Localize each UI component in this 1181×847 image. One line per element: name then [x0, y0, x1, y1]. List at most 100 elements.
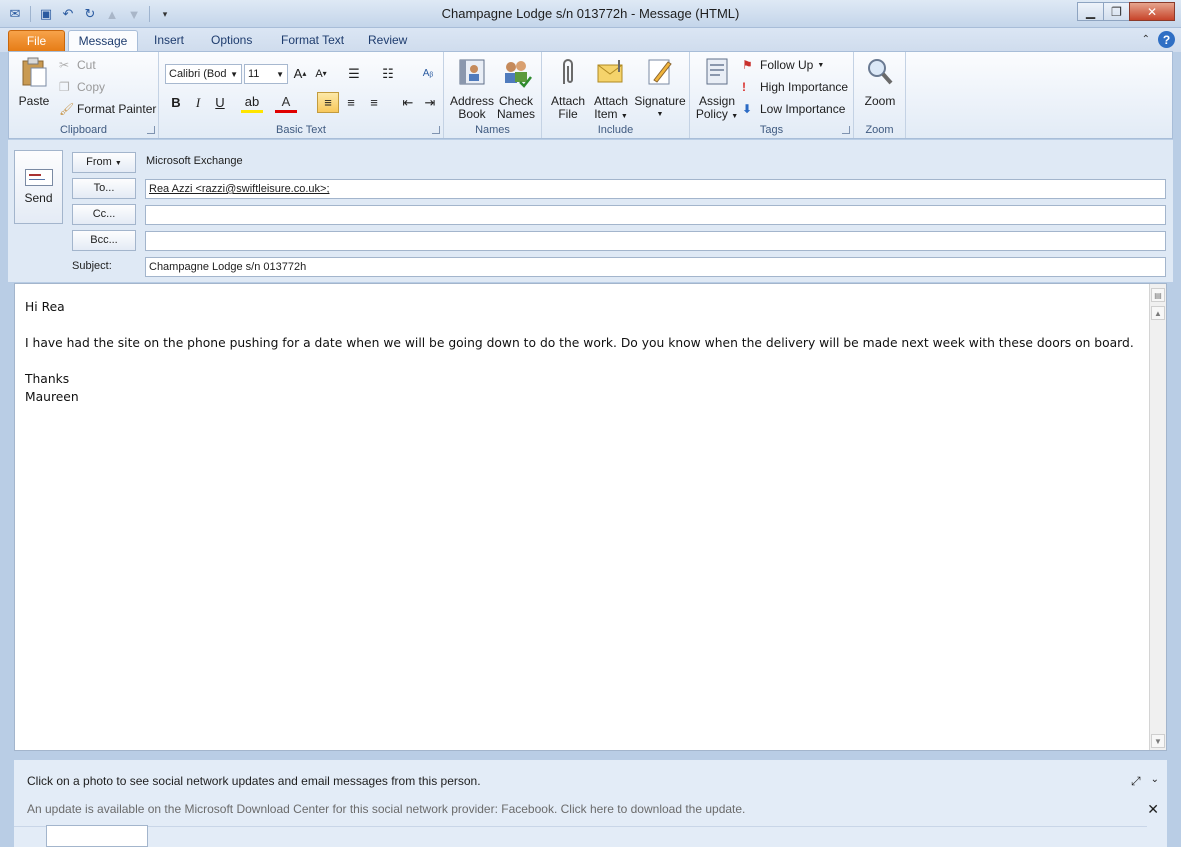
underline-icon[interactable]: U [209, 92, 231, 113]
body-line: Maureen [25, 390, 79, 404]
message-body[interactable]: Hi Rea I have had the site on the phone … [14, 283, 1167, 751]
numbering-icon[interactable]: ☷ [377, 63, 399, 84]
low-importance-button[interactable]: ⬇ Low Importance [742, 102, 845, 116]
check-names-label-2: Names [496, 107, 535, 121]
shrink-font-icon[interactable]: A ▾ [310, 63, 332, 84]
scroll-up-icon[interactable]: ▲ [1151, 306, 1165, 320]
clipboard-dialog-launcher[interactable] [147, 126, 155, 134]
clipboard-group-label: Clipboard [59, 124, 108, 136]
check-names-button[interactable]: Check Names [494, 56, 538, 121]
tab-format-text[interactable]: Format Text [269, 30, 356, 52]
bullets-icon[interactable]: ☰ [343, 63, 365, 84]
address-book-label-2: Book [458, 107, 486, 121]
basic-text-dialog-launcher[interactable] [432, 126, 440, 134]
tab-right-controls: ⌃ ? [1142, 31, 1175, 48]
tab-insert[interactable]: Insert [142, 30, 196, 52]
paste-button[interactable]: Paste [13, 56, 55, 108]
to-button[interactable]: To... [72, 178, 136, 199]
window-controls: ▁ ❐ ✕ [1077, 2, 1175, 21]
body-text[interactable]: Hi Rea I have had the site on the phone … [25, 298, 1145, 406]
tab-file[interactable]: File [8, 30, 65, 52]
address-book-icon [459, 59, 485, 85]
bold-icon[interactable]: B [165, 92, 187, 113]
increase-indent-icon[interactable]: ⇥ [419, 92, 441, 113]
clear-formatting-icon[interactable]: Aᵦ [417, 63, 439, 84]
chevron-down-icon[interactable]: ⌄ [1151, 774, 1159, 789]
format-painter-button[interactable]: 🖌 Format Painter [59, 102, 156, 116]
high-importance-button[interactable]: ! High Importance [742, 80, 848, 94]
address-book-button[interactable]: Address Book [448, 56, 496, 121]
restore-button[interactable]: ❐ [1103, 2, 1130, 21]
align-left-icon[interactable]: ≡ [317, 92, 339, 113]
contact-photo[interactable] [46, 825, 148, 847]
grow-font-icon[interactable]: A ▴ [289, 63, 311, 84]
tags-group: Assign Policy ▼ ⚑ Follow Up ▼ ! High Imp… [690, 52, 854, 138]
paste-icon [22, 57, 47, 87]
clipboard-group: Paste ✂ Cut ❐ Copy 🖌 Format Painter Clip… [9, 52, 159, 138]
send-label: Send [24, 191, 53, 205]
people-pane-info: Click on a photo to see social network u… [27, 774, 481, 788]
assign-policy-button[interactable]: Assign Policy ▼ [694, 56, 740, 123]
align-right-icon[interactable]: ≡ [363, 92, 385, 113]
close-icon[interactable]: ✕ [1147, 801, 1159, 818]
subject-label: Subject: [72, 260, 112, 272]
minimize-ribbon-icon[interactable]: ⌃ [1142, 34, 1150, 45]
names-group-label: Names [475, 124, 510, 136]
font-name-combo[interactable]: Calibri (Bod ▼ [165, 64, 242, 84]
from-button[interactable]: From ▼ [72, 152, 136, 173]
close-button[interactable]: ✕ [1129, 2, 1175, 21]
bcc-field[interactable] [145, 231, 1166, 251]
font-color-icon[interactable]: A [275, 92, 297, 113]
from-value: Microsoft Exchange [146, 155, 243, 167]
tags-group-label: Tags [759, 124, 784, 136]
decrease-indent-icon[interactable]: ⇤ [397, 92, 419, 113]
chevron-down-icon: ▼ [276, 69, 284, 79]
tab-review[interactable]: Review [356, 30, 419, 52]
chevron-down-icon: ▼ [620, 113, 628, 120]
minimize-button[interactable]: ▁ [1077, 2, 1104, 21]
cut-button[interactable]: ✂ Cut [59, 58, 96, 72]
copy-button[interactable]: ❐ Copy [59, 80, 105, 94]
ruler-toggle-icon[interactable]: ▤ [1151, 288, 1165, 302]
title-bar: ✉ ▣ ↶ ↻ ▲ ▼ ▾ Champagne Lodge s/n 013772… [0, 0, 1181, 28]
chevron-down-icon: ▼ [656, 111, 664, 118]
body-line [25, 352, 1145, 370]
subject-field[interactable]: Champagne Lodge s/n 013772h [145, 257, 1166, 277]
highlight-color-icon[interactable]: ab [241, 92, 263, 113]
cc-field[interactable] [145, 205, 1166, 225]
people-pane-divider [14, 826, 1147, 827]
update-notice[interactable]: An update is available on the Microsoft … [27, 802, 745, 816]
bcc-button[interactable]: Bcc... [72, 230, 136, 251]
follow-up-button[interactable]: ⚑ Follow Up ▼ [742, 58, 824, 72]
tab-options[interactable]: Options [199, 30, 264, 52]
font-name-value: Calibri (Bod [169, 68, 227, 80]
ribbon-tabs: File Message Insert Options Format Text … [0, 28, 1181, 52]
exclamation-icon: ! [742, 80, 746, 94]
copy-icon: ❐ [59, 80, 70, 94]
zoom-button[interactable]: Zoom [858, 56, 902, 108]
format-painter-label: Format Painter [77, 102, 157, 116]
zoom-group: Zoom Zoom [854, 52, 906, 138]
check-names-icon [505, 61, 532, 88]
cc-button[interactable]: Cc... [72, 204, 136, 225]
ribbon: Paste ✂ Cut ❐ Copy 🖌 Format Painter Clip… [8, 51, 1173, 139]
down-arrow-icon: ⬇ [742, 102, 753, 116]
body-line: I have had the site on the phone pushing… [25, 336, 1134, 350]
tags-dialog-launcher[interactable] [842, 126, 850, 134]
vertical-scrollbar[interactable]: ▤ ▲ ▼ [1149, 284, 1166, 750]
recipient-to[interactable]: Rea Azzi <razzi@swiftleisure.co.uk>; [149, 183, 330, 195]
tab-message[interactable]: Message [68, 30, 138, 52]
expand-icon[interactable]: ⤢ [1131, 774, 1141, 789]
help-icon[interactable]: ? [1158, 31, 1175, 48]
attach-item-button[interactable]: Attach Item ▼ [590, 56, 632, 123]
font-size-combo[interactable]: 11 ▼ [244, 64, 288, 84]
to-field[interactable]: Rea Azzi <razzi@swiftleisure.co.uk>; [145, 179, 1166, 199]
send-button[interactable]: Send [14, 150, 63, 224]
cut-label: Cut [77, 58, 96, 72]
scroll-down-icon[interactable]: ▼ [1151, 734, 1165, 748]
from-label: From [86, 156, 112, 168]
align-center-icon[interactable]: ≡ [340, 92, 362, 113]
attach-file-button[interactable]: Attach File [546, 56, 590, 121]
signature-button[interactable]: Signature ▼ [634, 56, 686, 121]
italic-icon[interactable]: I [187, 92, 209, 113]
